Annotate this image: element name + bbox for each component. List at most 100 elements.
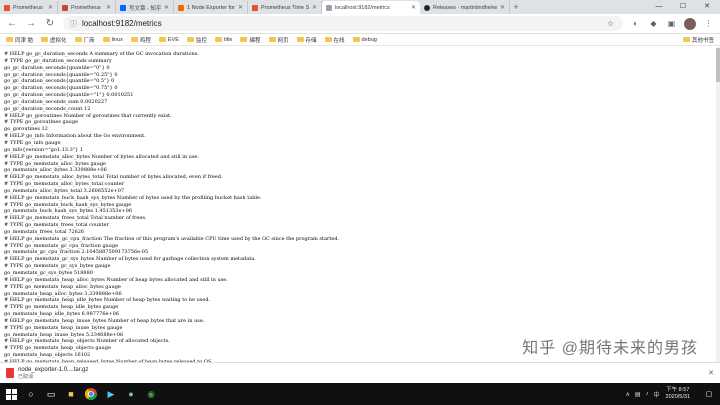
prometheus-favicon-icon	[252, 4, 258, 11]
bookmark-star-icon[interactable]: ☆	[605, 19, 616, 28]
bookmark-label: 其他书签	[691, 37, 714, 44]
bookmark-item[interactable]: 同津 勉	[6, 36, 33, 44]
maximize-button[interactable]: ☐	[672, 0, 694, 14]
address-bar[interactable]: ⓘ localhost:9182/metrics ☆	[63, 16, 623, 31]
tab-strip: Prometheus ✕ Prometheus ✕ 写文章 - 知乎 ✕ 1 N…	[0, 0, 720, 14]
close-tab-icon[interactable]: ✕	[500, 4, 505, 11]
minimize-button[interactable]: —	[648, 0, 670, 14]
extension-icon[interactable]: ◐	[630, 19, 641, 28]
close-tab-icon[interactable]: ✕	[106, 4, 111, 11]
app-icon[interactable]: ●	[124, 387, 138, 401]
folder-icon	[158, 37, 166, 42]
bookmark-item[interactable]: 厂商	[74, 36, 95, 44]
bookmark-item[interactable]: 监控	[186, 36, 207, 44]
bookmark-label: debug	[361, 36, 377, 43]
scrollbar-thumb[interactable]	[716, 48, 720, 82]
bookmark-item[interactable]: debug	[352, 36, 377, 43]
windows-start-icon[interactable]	[4, 387, 18, 401]
bookmark-label: linux	[111, 36, 123, 43]
reload-button[interactable]: ↻	[44, 14, 56, 34]
wechat-icon[interactable]: ◉	[144, 387, 158, 401]
metrics-line: # HELP go_memstats_heap_inuse_bytes Numb…	[4, 317, 205, 324]
download-item[interactable]: node_exporter-1.0....tar.gz 已取消	[6, 367, 88, 380]
folder-icon	[6, 37, 13, 42]
metrics-line: # HELP go_gc_duration_seconds A summary …	[4, 51, 199, 57]
tab-3[interactable]: 1 Node Exporter for Prometheus ✕	[174, 1, 248, 14]
metrics-line: go_gc_duration_seconds_sum 0.0020227	[4, 98, 108, 105]
metrics-text: # HELP go_gc_duration_seconds A summary …	[0, 47, 720, 362]
bookmark-item[interactable]: EVE	[158, 37, 179, 43]
tab-4[interactable]: Prometheus Time Series Coll… ✕	[248, 1, 322, 14]
browser-toolbar: ← → ↻ ⓘ localhost:9182/metrics ☆ ◐ ◆ ▣ ⋮	[0, 14, 720, 34]
vertical-scrollbar[interactable]	[716, 47, 720, 362]
taskbar-clock[interactable]: 下午 8:57 2020/5/31	[666, 387, 690, 401]
grafana-favicon-icon	[178, 4, 184, 11]
bookmark-item[interactable]: title	[214, 37, 232, 43]
task-view-icon[interactable]: ▭	[44, 387, 58, 401]
new-tab-button[interactable]: +	[510, 1, 522, 14]
clock-date: 2020/5/31	[665, 394, 690, 400]
forward-button[interactable]: →	[25, 14, 37, 34]
extension-icon[interactable]: ◆	[648, 19, 659, 28]
tab-label: 1 Node Exporter for Prometheus	[187, 4, 235, 11]
bookmark-item[interactable]: 在线	[324, 36, 345, 44]
bookmark-label: 虚拟化	[50, 37, 67, 44]
bookmark-item[interactable]: 存储	[296, 36, 317, 44]
bookmark-item[interactable]: 编程	[240, 36, 261, 44]
metrics-line: # TYPE go_memstats_heap_alloc_bytes gaug…	[4, 283, 121, 290]
network-icon[interactable]: ▤	[635, 391, 641, 398]
other-bookmarks[interactable]: 其他书签	[682, 36, 714, 44]
close-tab-icon[interactable]: ✕	[411, 4, 416, 11]
bookmark-item[interactable]: linux	[102, 36, 123, 43]
bookmark-label: 存储	[305, 37, 317, 44]
tab-1[interactable]: Prometheus ✕	[58, 1, 116, 14]
prometheus-favicon-icon	[62, 4, 68, 11]
close-tab-icon[interactable]: ✕	[48, 4, 53, 11]
bookmark-item[interactable]: 虚拟化	[41, 36, 67, 44]
folder-icon	[240, 37, 248, 42]
metrics-line: # TYPE go_memstats_heap_inuse_bytes gaug…	[4, 324, 123, 331]
folder-icon	[74, 37, 82, 42]
document-favicon-icon	[326, 4, 332, 11]
folder-icon	[41, 37, 49, 42]
tab-5[interactable]: localhost:9182/metrics ✕	[322, 1, 420, 14]
ime-icon[interactable]: 中	[654, 390, 660, 399]
metrics-line: # HELP go_memstats_heap_alloc_bytes Numb…	[4, 276, 228, 283]
close-window-button[interactable]: ✕	[696, 0, 718, 14]
search-icon[interactable]: ○	[24, 387, 38, 401]
bookmark-item[interactable]: 网页	[268, 36, 289, 44]
close-tab-icon[interactable]: ✕	[312, 4, 317, 11]
tab-label: Prometheus	[13, 4, 43, 11]
tab-6[interactable]: Releases · martinlindhe/wmi… ✕	[420, 1, 510, 14]
chevron-up-icon[interactable]: ∧	[625, 391, 629, 398]
folder-icon	[268, 37, 276, 42]
folder-icon	[352, 37, 360, 42]
url-text[interactable]: localhost:9182/metrics	[82, 19, 162, 28]
folder-icon	[682, 37, 690, 42]
bookmark-label: 厂商	[83, 37, 95, 44]
notification-icon[interactable]: ▢	[702, 387, 716, 401]
metrics-line: # TYPE go_gc_duration_seconds summary	[4, 57, 112, 64]
close-download-bar-icon[interactable]: ✕	[708, 369, 714, 377]
tab-label: 写文章 - 知乎	[129, 5, 161, 12]
bookmark-label: 鸡程	[139, 37, 151, 44]
chrome-icon[interactable]	[84, 387, 98, 401]
terminal-icon[interactable]: ▶	[104, 387, 118, 401]
volume-icon[interactable]: ♪	[646, 391, 649, 397]
menu-icon[interactable]: ⋮	[703, 19, 714, 28]
profile-avatar[interactable]	[684, 17, 696, 30]
bookmark-item[interactable]: 鸡程	[130, 36, 151, 44]
folder-icon	[214, 37, 222, 42]
file-explorer-icon[interactable]: ■	[64, 387, 78, 401]
close-tab-icon[interactable]: ✕	[238, 4, 243, 11]
close-tab-icon[interactable]: ✕	[164, 4, 169, 11]
folder-icon	[186, 37, 194, 42]
extension-icon[interactable]: ▣	[666, 19, 677, 28]
tab-0[interactable]: Prometheus ✕	[0, 1, 58, 14]
system-tray[interactable]: ∧ ▤ ♪ 中	[625, 390, 659, 399]
site-info-icon[interactable]: ⓘ	[70, 19, 77, 29]
back-button[interactable]: ←	[6, 14, 18, 34]
zhihu-watermark: 知乎 @期待未来的男孩	[522, 340, 698, 357]
bookmark-label: 监控	[195, 37, 207, 44]
tab-2[interactable]: 写文章 - 知乎 ✕	[116, 1, 174, 14]
